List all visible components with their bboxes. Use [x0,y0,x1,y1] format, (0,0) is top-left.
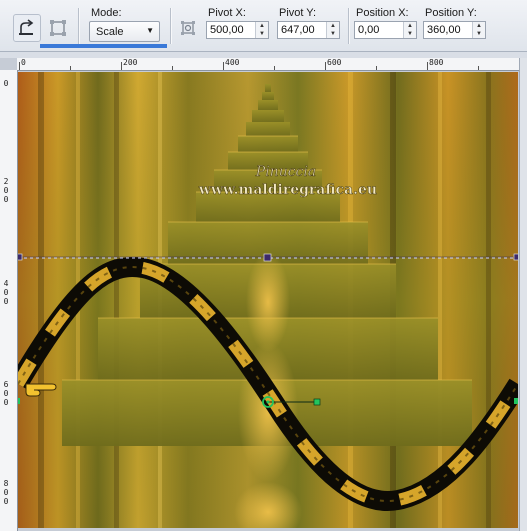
spin-up-icon[interactable]: ▲ [256,22,268,30]
handle-middle[interactable] [263,253,272,262]
pivot-x-spinner[interactable]: ▲ ▼ [255,22,268,38]
spin-up-icon[interactable]: ▲ [404,22,416,30]
horizontal-ruler: 0 200 400 600 800 [17,58,520,71]
vertical-scrollbar[interactable] [519,58,527,531]
toolbar-divider [170,8,172,44]
ruler-left-label: 0 [3,497,9,506]
spin-down-icon[interactable]: ▼ [256,30,268,38]
ruler-left-label: 0 [3,195,9,204]
spin-down-icon[interactable]: ▼ [404,30,416,38]
ruler-left-label: 2 [3,177,9,186]
toolbar-divider [78,8,80,44]
image-canvas[interactable]: Pinuccia www.maldiregrafica.eu [18,72,518,528]
pick-tool-button[interactable] [13,14,41,42]
pivot-y-label: Pivot Y: [279,7,317,19]
reset-button[interactable] [44,14,72,42]
position-y-spinner[interactable]: ▲ ▼ [472,22,485,38]
position-x-spinner[interactable]: ▲ ▼ [403,22,416,38]
tool-options-toolbar: Mode: Scale ▼ Pivot X: ▲▼ Pivot Y: ▲▼ Po… [0,0,527,52]
right-edge-node[interactable] [514,398,518,404]
mode-value: Scale [96,26,124,38]
active-tool-indicator [40,44,167,48]
ruler-left-label: 0 [3,186,9,195]
chevron-down-icon: ▼ [146,26,154,35]
pivot-x-field[interactable]: ▲▼ [206,21,269,39]
vertical-ruler: 0 2 0 0 4 0 0 6 0 0 8 0 0 [0,70,18,531]
ruler-left-label: 8 [3,479,9,488]
pivot-y-field[interactable]: ▲▼ [277,21,340,39]
position-y-label: Position Y: [425,7,477,19]
handle-right[interactable] [513,253,518,261]
reset-transform-icon [50,20,66,36]
toolbar-divider [348,8,350,44]
ruler-top-label: 600 [327,58,342,67]
ruler-top-label: 200 [123,58,138,67]
ruler-top-label: 400 [225,58,240,67]
left-edge-node[interactable] [18,398,20,404]
ruler-left-label: 0 [3,288,9,297]
ruler-top-label: 0 [21,58,26,67]
ruler-left-label: 4 [3,279,9,288]
watermark-line-2: www.maldiregrafica.eu [198,182,377,198]
ruler-left-label: 0 [3,398,9,407]
spin-up-icon[interactable]: ▲ [327,22,339,30]
pivot-y-spinner[interactable]: ▲ ▼ [326,22,339,38]
deform-icon [181,21,195,35]
position-y-field[interactable]: ▲▼ [423,21,486,39]
position-x-field[interactable]: ▲▼ [354,21,417,39]
spin-down-icon[interactable]: ▼ [327,30,339,38]
ruler-ticks [19,62,479,70]
spin-up-icon[interactable]: ▲ [473,22,485,30]
canvas-artwork: Pinuccia www.maldiregrafica.eu [18,72,518,528]
ruler-left-label: 0 [3,297,9,306]
pick-tool-icon [19,19,34,35]
handle-left[interactable] [18,253,23,261]
ruler-top-label: 800 [429,58,444,67]
spin-down-icon[interactable]: ▼ [473,30,485,38]
ruler-left-label: 0 [3,79,9,88]
mode-dropdown[interactable]: Scale ▼ [89,21,160,42]
pivot-x-label: Pivot X: [208,7,246,19]
ruler-left-label: 0 [3,389,9,398]
transform-handle-button[interactable] [174,14,202,42]
position-x-label: Position X: [356,7,409,19]
ruler-left-label: 6 [3,380,9,389]
watermark-line-1: Pinuccia [255,164,316,180]
mode-label: Mode: [91,7,122,19]
ruler-left-label: 0 [3,488,9,497]
